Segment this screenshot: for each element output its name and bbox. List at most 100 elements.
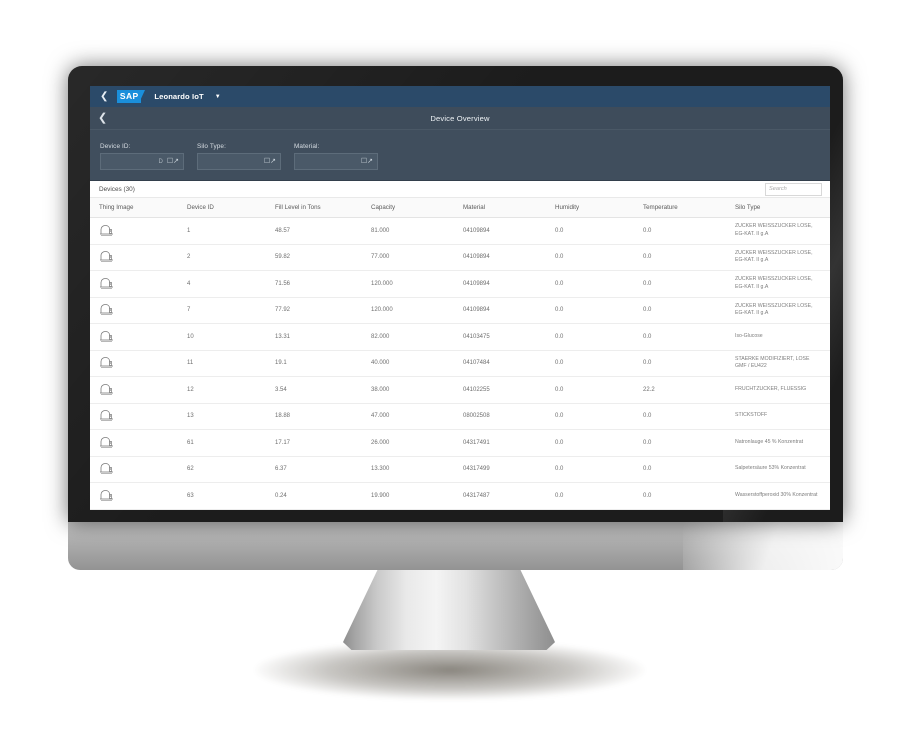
- cell-device-id: 11: [187, 350, 275, 377]
- cell-capacity: 120.000: [371, 270, 463, 298]
- cell-temperature: 0.0: [643, 323, 735, 351]
- cell-silo-type: ZUCKER WEISSZUCKER LOSE, EG-KAT. II g.A: [735, 217, 830, 245]
- col-device-id[interactable]: Device ID: [187, 198, 275, 218]
- table-row[interactable]: 4 71.56 120.000 04109894 0.0 0.0 ZUCKER WEISSZ…: [90, 270, 830, 298]
- monitor-chin: [68, 522, 843, 570]
- col-thing-image[interactable]: Thing Image: [90, 198, 187, 218]
- cell-device-id: 62: [187, 456, 275, 483]
- cell-capacity: 38.000: [371, 376, 463, 404]
- table-row[interactable]: 10 13.31 82.000 04103475 0.0 0.0 Iso-Glucose: [90, 323, 830, 351]
- caret-down-icon[interactable]: ▼: [215, 94, 221, 100]
- cell-device-id: 13: [187, 403, 275, 430]
- table-body: 1 48.57 81.000 04109894 0.0 0.0 ZUCKER WEISSZU…: [90, 217, 830, 510]
- chevron-left-icon[interactable]: ❮: [100, 91, 108, 102]
- table-row[interactable]: 7 77.92 120.000 04109894 0.0 0.0 ZUCKER WEISSZ…: [90, 297, 830, 324]
- table-row[interactable]: 63 0.24 19.900 04317487 0.0 0.0 Wasserstoffper…: [90, 482, 830, 510]
- cell-capacity: 26.000: [371, 429, 463, 457]
- cell-capacity: 13.300: [371, 456, 463, 483]
- cell-material: 04109894: [463, 244, 555, 271]
- silo-type-input[interactable]: ☐↗: [197, 153, 281, 170]
- silo-icon: [99, 409, 187, 423]
- cell-fill-level: 18.88: [275, 403, 371, 430]
- table-row[interactable]: 13 18.88 47.000 08002508 0.0 0.0 STICKSTOFF: [90, 403, 830, 430]
- cell-temperature: 0.0: [643, 482, 735, 510]
- table-row[interactable]: 11 19.1 40.000 04107484 0.0 0.0 STAERKE MODIFI…: [90, 350, 830, 377]
- col-humidity[interactable]: Humidity: [555, 198, 643, 218]
- devices-table: Thing Image Device ID Fill Level in Tons…: [90, 198, 830, 510]
- cell-fill-level: 0.24: [275, 482, 371, 510]
- cell-silo-type: ZUCKER WEISSZUCKER LOSE, EG-KAT. II g.A: [735, 270, 830, 298]
- col-temperature[interactable]: Temperature: [643, 198, 735, 218]
- cell-capacity: 19.900: [371, 482, 463, 510]
- device-id-input[interactable]: D ☐↗: [100, 153, 184, 170]
- col-fill-level[interactable]: Fill Level in Tons: [275, 198, 371, 218]
- devices-table-section: Devices (30) Search Thing Image Device I…: [90, 181, 830, 510]
- cell-fill-level: 77.92: [275, 297, 371, 324]
- cell-humidity: 0.0: [555, 350, 643, 377]
- cell-humidity: 0.0: [555, 376, 643, 404]
- cell-capacity: 82.000: [371, 323, 463, 351]
- cell-device-id: 2: [187, 244, 275, 271]
- cell-humidity: 0.0: [555, 323, 643, 351]
- cell-humidity: 0.0: [555, 297, 643, 324]
- cell-thing-image: [90, 323, 187, 351]
- filter-label: Material:: [294, 143, 320, 150]
- cell-thing-image: [90, 270, 187, 298]
- cell-thing-image: [90, 297, 187, 324]
- cell-material: 04109894: [463, 270, 555, 298]
- cell-material: 08002508: [463, 403, 555, 430]
- filter-bar: Device ID: D ☐↗ Silo Type: ☐↗ Material:: [90, 130, 830, 181]
- page-back-icon[interactable]: ❮: [98, 112, 107, 124]
- cell-fill-level: 6.37: [275, 456, 371, 483]
- cell-silo-type: Iso-Glucose: [735, 323, 830, 351]
- table-title: Devices (30): [99, 185, 135, 193]
- cell-device-id: 1: [187, 217, 275, 245]
- cell-thing-image: [90, 456, 187, 483]
- table-head: Thing Image Device ID Fill Level in Tons…: [90, 198, 830, 218]
- sap-logo[interactable]: SAP: [117, 90, 146, 103]
- col-capacity[interactable]: Capacity: [371, 198, 463, 218]
- col-silo-type[interactable]: Silo Type: [735, 198, 830, 218]
- filter-group: Device ID: D ☐↗ Silo Type: ☐↗ Material:: [90, 143, 830, 170]
- search-input[interactable]: Search: [765, 182, 822, 196]
- cell-temperature: 0.0: [643, 403, 735, 430]
- cell-material: 04102255: [463, 376, 555, 404]
- table-row[interactable]: 2 59.82 77.000 04109894 0.0 0.0 ZUCKER WEISSZU…: [90, 244, 830, 271]
- cell-temperature: 0.0: [643, 350, 735, 377]
- cell-silo-type: FRUCHTZUCKER, FLUESSIG: [735, 376, 830, 404]
- cell-thing-image: [90, 429, 187, 457]
- silo-icon: [99, 330, 187, 344]
- cell-capacity: 40.000: [371, 350, 463, 377]
- cell-capacity: 120.000: [371, 297, 463, 324]
- silo-icon: [99, 277, 187, 291]
- cell-material: 04317491: [463, 429, 555, 457]
- value-help-icon[interactable]: ☐↗: [264, 158, 276, 165]
- monitor-chin-highlight: [683, 522, 843, 570]
- cell-thing-image: [90, 376, 187, 404]
- cell-temperature: 0.0: [643, 244, 735, 271]
- value-help-icon[interactable]: ☐↗: [167, 158, 179, 165]
- search-placeholder: Search: [769, 186, 787, 192]
- cell-temperature: 22.2: [643, 376, 735, 404]
- silo-icon: [99, 436, 187, 450]
- col-material[interactable]: Material: [463, 198, 555, 218]
- table-row[interactable]: 62 6.37 13.300 04317499 0.0 0.0 Salpetersäure …: [90, 456, 830, 483]
- table-row[interactable]: 1 48.57 81.000 04109894 0.0 0.0 ZUCKER WEISSZU…: [90, 217, 830, 245]
- sap-logo-text: SAP: [119, 91, 139, 101]
- cell-device-id: 7: [187, 297, 275, 324]
- silo-icon: [99, 250, 187, 264]
- cell-silo-type: ZUCKER WEISSZUCKER LOSE, EG-KAT. II g.A: [735, 297, 830, 324]
- cell-material: 04109894: [463, 217, 555, 245]
- filter-silo-type: Silo Type: ☐↗: [197, 143, 281, 170]
- table-row[interactable]: 61 17.17 26.000 04317491 0.0 0.0 Natronlauge 4…: [90, 429, 830, 457]
- table-row[interactable]: 12 3.54 38.000 04102255 0.0 22.2 FRUCHTZUCKER,…: [90, 376, 830, 404]
- silo-icon: [99, 356, 187, 370]
- cell-silo-type: STAERKE MODIFIZIERT, LOSE GMF / EU422: [735, 350, 830, 377]
- cell-material: 04109894: [463, 297, 555, 324]
- cell-humidity: 0.0: [555, 403, 643, 430]
- material-input[interactable]: ☐↗: [294, 153, 378, 170]
- cell-silo-type: ZUCKER WEISSZUCKER LOSE, EG-KAT. II g.A: [735, 244, 830, 271]
- value-help-icon[interactable]: ☐↗: [361, 158, 373, 165]
- cell-device-id: 4: [187, 270, 275, 298]
- cell-material: 04317499: [463, 456, 555, 483]
